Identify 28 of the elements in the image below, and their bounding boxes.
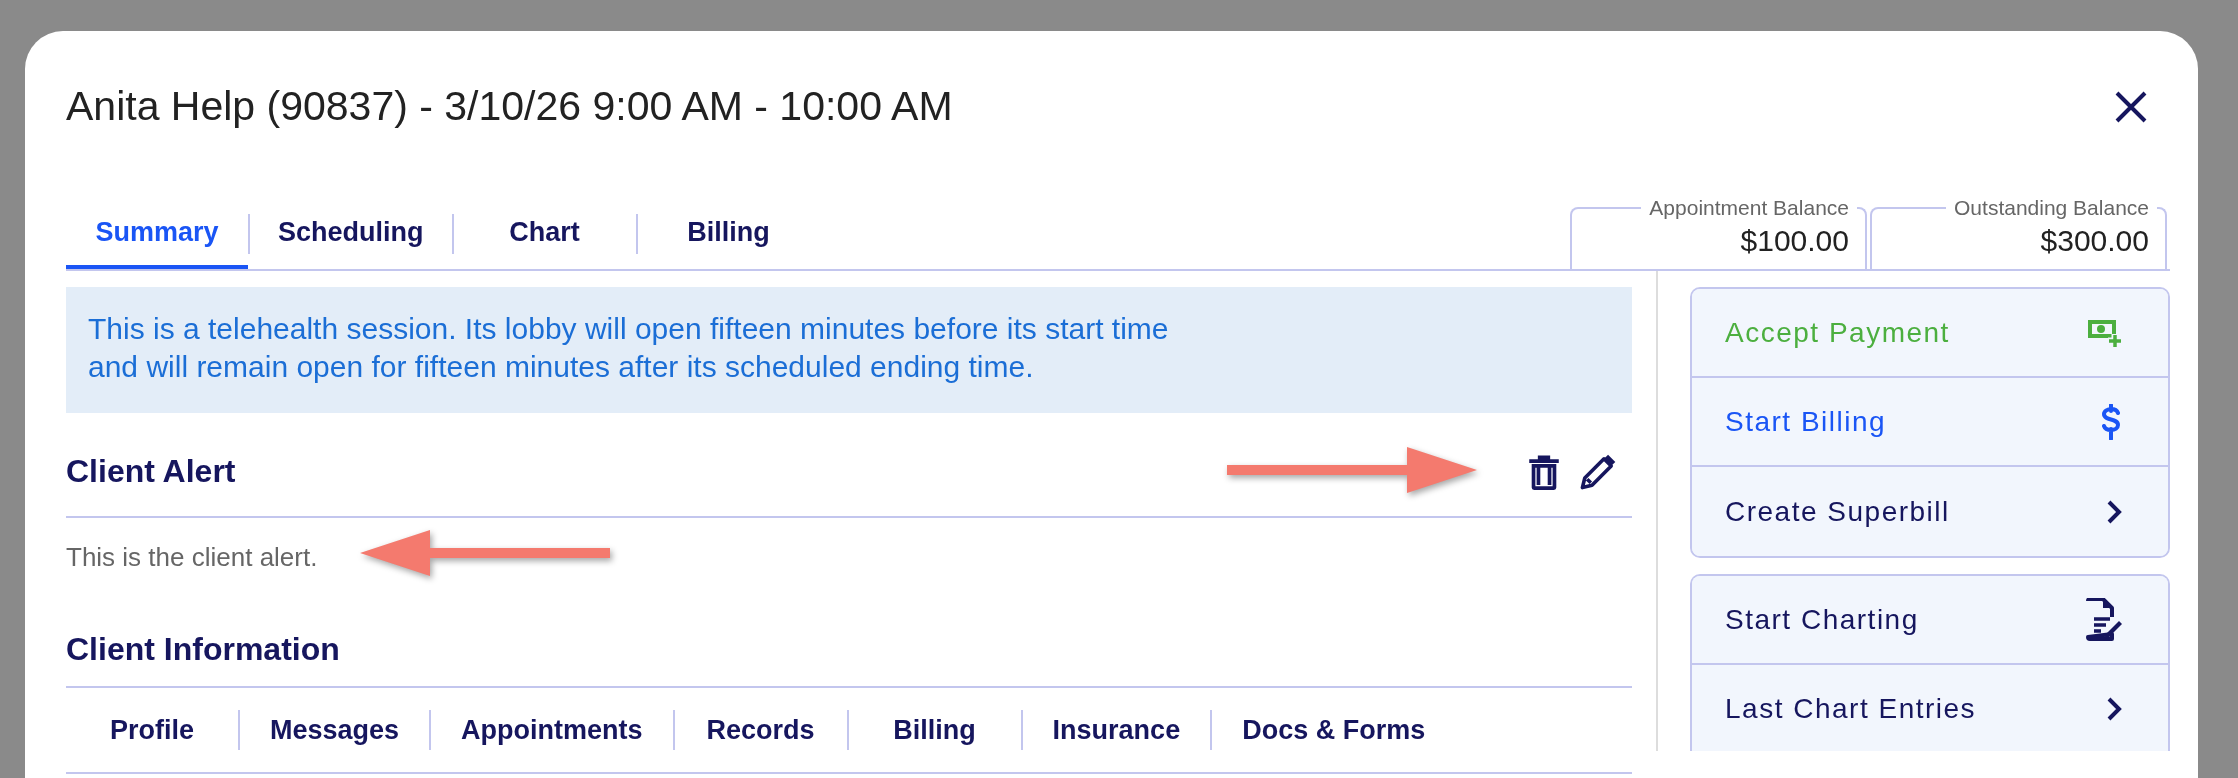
tab[interactable]: Appointments	[431, 710, 673, 751]
client-alert-text: This is the client alert.	[66, 541, 318, 574]
tab[interactable]: Chart	[453, 199, 636, 269]
tab[interactable]: Docs & Forms	[1212, 710, 1456, 751]
section-heading: Client Information	[66, 630, 341, 669]
balance-label: Appointment Balance	[1648, 197, 1850, 218]
tab[interactable]: Insurance	[1022, 710, 1211, 751]
tab[interactable]: Summary	[66, 199, 248, 269]
tab[interactable]: Billing	[848, 710, 1021, 751]
chevron-right-icon	[2106, 498, 2122, 525]
tab[interactable]: Profile	[66, 710, 238, 751]
tab[interactable]: Billing	[637, 199, 820, 269]
pencil-icon	[1580, 453, 1616, 490]
balance-label: Outstanding Balance	[1953, 197, 2150, 218]
action-item[interactable]: Start Charting	[1692, 576, 2168, 665]
close-icon	[2114, 90, 2148, 124]
chevron-right-icon	[2106, 695, 2122, 722]
dollar-icon	[2100, 403, 2122, 440]
tab[interactable]: Scheduling	[250, 199, 452, 269]
section-heading: Client Alert	[66, 452, 236, 491]
trash-icon	[1528, 453, 1560, 490]
telehealth-notice: This is a telehealth session. Its lobby will open fifteen minutes before its start time and will remain open for fifteen minutes after its scheduled ending time.	[66, 287, 1632, 413]
tab[interactable]: Records	[674, 710, 847, 751]
cash-plus-icon	[2088, 317, 2122, 348]
balance-amount: $300.00	[2039, 223, 2149, 259]
tab[interactable]: Messages	[240, 710, 430, 751]
dialog-title: Anita Help (90837) - 3/10/26 9:00 AM - 10:00 AM	[66, 82, 953, 132]
balance-amount: $100.00	[1739, 223, 1849, 259]
